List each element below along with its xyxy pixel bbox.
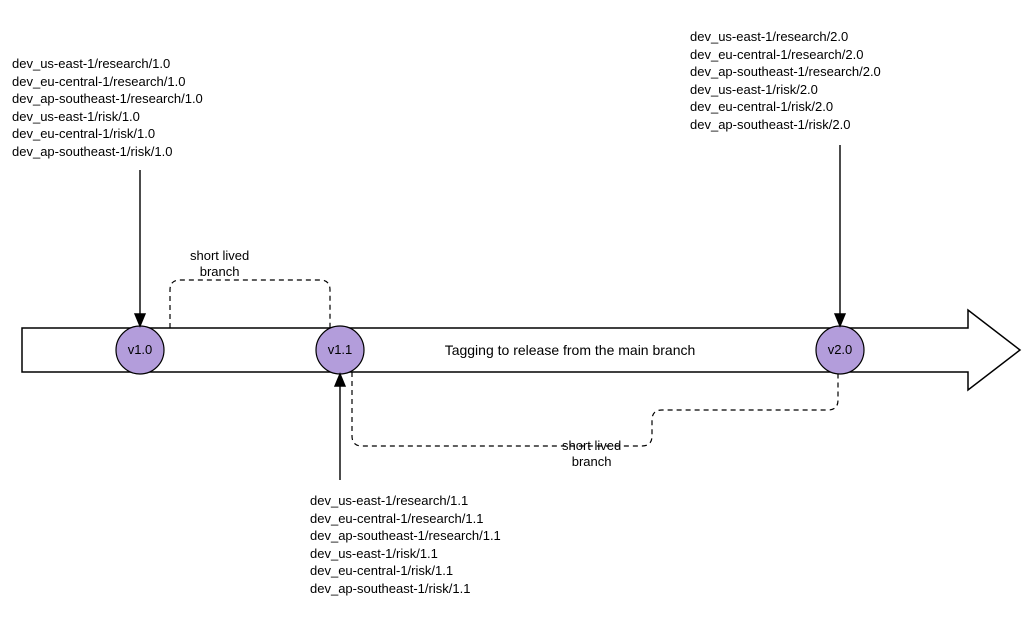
version-node-v10: v1.0	[116, 326, 164, 374]
tag-v10-3: dev_us-east-1/risk/1.0	[12, 108, 203, 126]
version-node-v11: v1.1	[316, 326, 364, 374]
pointer-arrows	[135, 145, 845, 480]
tag-v11-4: dev_eu-central-1/risk/1.1	[310, 562, 501, 580]
tag-v20-2: dev_ap-southeast-1/research/2.0	[690, 63, 881, 81]
slb-bottom-line2: branch	[562, 454, 621, 470]
tag-v11-2: dev_ap-southeast-1/research/1.1	[310, 527, 501, 545]
tag-list-v11: dev_us-east-1/research/1.1 dev_eu-centra…	[310, 492, 501, 597]
tag-v11-5: dev_ap-southeast-1/risk/1.1	[310, 580, 501, 598]
short-lived-branch-top	[170, 280, 330, 328]
short-lived-branch-label-bottom: short lived branch	[562, 438, 621, 469]
slb-bottom-line1: short lived	[562, 438, 621, 454]
tag-list-v20: dev_us-east-1/research/2.0 dev_eu-centra…	[690, 28, 881, 133]
version-node-v20: v2.0	[816, 326, 864, 374]
tag-v10-1: dev_eu-central-1/research/1.0	[12, 73, 203, 91]
tag-list-v10: dev_us-east-1/research/1.0 dev_eu-centra…	[12, 55, 203, 160]
main-branch-caption: Tagging to release from the main branch	[445, 342, 696, 358]
tag-v11-0: dev_us-east-1/research/1.1	[310, 492, 501, 510]
tag-v10-5: dev_ap-southeast-1/risk/1.0	[12, 143, 203, 161]
branch-timeline-diagram: v1.0 v1.1 v2.0 Tagging to release from t…	[0, 0, 1031, 617]
slb-top-line1: short lived	[190, 248, 249, 264]
tag-v20-0: dev_us-east-1/research/2.0	[690, 28, 881, 46]
tag-v11-1: dev_eu-central-1/research/1.1	[310, 510, 501, 528]
tag-v10-0: dev_us-east-1/research/1.0	[12, 55, 203, 73]
version-label-v11: v1.1	[328, 342, 353, 357]
tag-v10-4: dev_eu-central-1/risk/1.0	[12, 125, 203, 143]
version-label-v20: v2.0	[828, 342, 853, 357]
tag-v20-4: dev_eu-central-1/risk/2.0	[690, 98, 881, 116]
tag-v20-1: dev_eu-central-1/research/2.0	[690, 46, 881, 64]
slb-top-line2: branch	[190, 264, 249, 280]
version-label-v10: v1.0	[128, 342, 153, 357]
short-lived-branch-bottom	[352, 372, 838, 446]
tag-v20-5: dev_ap-southeast-1/risk/2.0	[690, 116, 881, 134]
short-lived-branch-label-top: short lived branch	[190, 248, 249, 279]
tag-v10-2: dev_ap-southeast-1/research/1.0	[12, 90, 203, 108]
tag-v11-3: dev_us-east-1/risk/1.1	[310, 545, 501, 563]
tag-v20-3: dev_us-east-1/risk/2.0	[690, 81, 881, 99]
